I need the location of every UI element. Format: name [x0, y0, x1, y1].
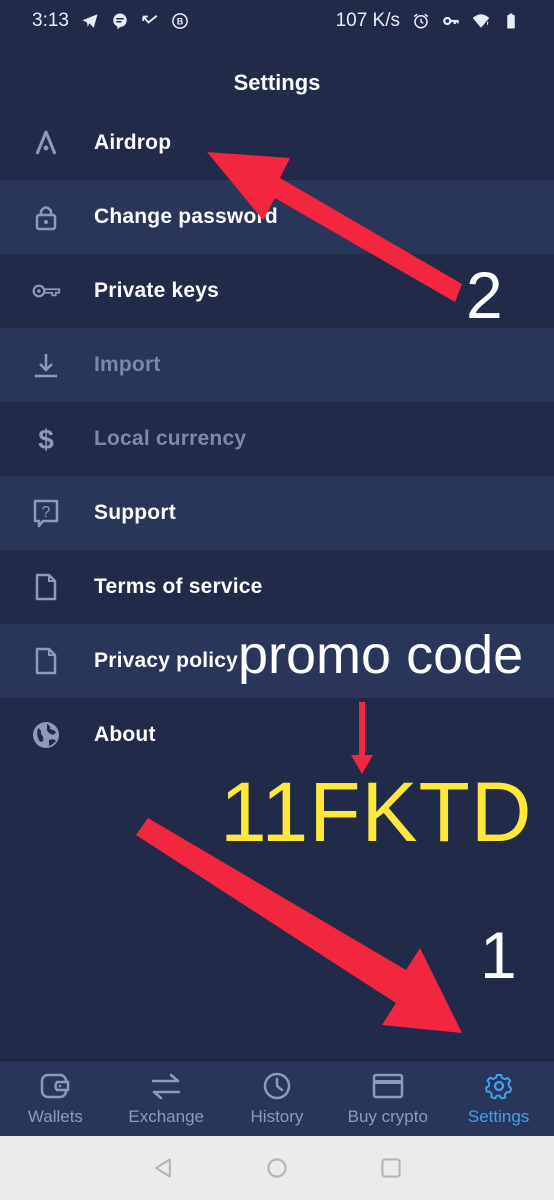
status-bar: 3:13 B 107 K/s [0, 0, 554, 42]
svg-text:?: ? [42, 504, 51, 521]
home-button[interactable] [263, 1154, 291, 1182]
menu-item-about[interactable]: About [0, 698, 554, 772]
vpn-key-icon [442, 12, 460, 30]
tab-label: Settings [467, 1106, 530, 1126]
system-nav-bar [0, 1136, 554, 1200]
lock-icon [30, 201, 62, 233]
status-right: 107 K/s [336, 10, 520, 32]
back-button[interactable] [149, 1154, 177, 1182]
battery-icon [502, 12, 520, 30]
menu-item-change-password[interactable]: Change password [0, 180, 554, 254]
status-left: 3:13 B [32, 10, 189, 32]
gear-icon [484, 1073, 512, 1099]
missed-call-icon [141, 12, 159, 30]
credit-card-icon [372, 1073, 404, 1098]
menu-item-label: Airdrop [94, 131, 172, 154]
help-bubble-icon: ? [30, 497, 62, 529]
tab-label: Wallets [27, 1106, 83, 1126]
back-icon [155, 1158, 171, 1178]
menu-item-import[interactable]: Import [0, 328, 554, 402]
b-badge-icon: B [171, 12, 189, 30]
promo-code-label: promo code [238, 625, 524, 685]
menu-item-label: Support [94, 501, 176, 524]
recents-button[interactable] [377, 1154, 405, 1182]
menu-item-airdrop[interactable]: Airdrop [0, 106, 554, 180]
step-1-label: 1 [480, 918, 517, 992]
menu-item-label: About [94, 723, 156, 746]
page-title: Settings [233, 70, 321, 95]
download-icon [30, 349, 62, 381]
wifi-alert-icon [472, 12, 490, 30]
svg-text:$: $ [38, 424, 54, 454]
menu-item-label: Terms of service [94, 575, 263, 598]
tab-wallets[interactable]: Wallets [0, 1071, 110, 1127]
menu-item-label: Change password [94, 205, 278, 228]
recents-icon [381, 1158, 401, 1178]
alarm-icon [412, 12, 430, 30]
svg-text:B: B [177, 16, 184, 26]
chat-bubble-icon [111, 12, 129, 30]
status-time: 3:13 [32, 10, 69, 31]
step-2-label: 2 [466, 258, 503, 332]
menu-item-label: Private keys [94, 279, 219, 302]
document-icon [30, 571, 62, 603]
globe-icon [30, 719, 62, 751]
tab-label: History [250, 1106, 304, 1126]
menu-item-label: Local currency [94, 427, 247, 450]
menu-item-label: Privacy policy [94, 649, 239, 672]
dollar-icon: $ [30, 423, 62, 455]
menu-item-support[interactable]: ? Support [0, 476, 554, 550]
telegram-icon [81, 12, 99, 30]
airdrop-icon [30, 127, 62, 159]
tab-settings[interactable]: Settings [444, 1071, 554, 1127]
menu-item-label: Import [94, 353, 161, 376]
tab-history[interactable]: History [222, 1071, 332, 1127]
menu-item-terms-of-service[interactable]: Terms of service [0, 550, 554, 624]
promo-code-value: 11FKTD [220, 765, 533, 859]
clock-icon [263, 1072, 291, 1099]
bottom-nav: Wallets Exchange History Buy crypto Sett… [0, 1060, 554, 1136]
home-icon [267, 1158, 287, 1178]
document-icon [30, 645, 62, 677]
tab-exchange[interactable]: Exchange [111, 1071, 221, 1127]
menu-item-local-currency[interactable]: $ Local currency [0, 402, 554, 476]
wallet-icon [41, 1073, 70, 1098]
network-speed: 107 K/s [335, 10, 400, 31]
tab-label: Exchange [128, 1106, 204, 1126]
tab-label: Buy crypto [347, 1106, 428, 1126]
tab-buy-crypto[interactable]: Buy crypto [333, 1071, 443, 1127]
exchange-arrows-icon [151, 1073, 181, 1099]
key-icon [30, 275, 62, 307]
